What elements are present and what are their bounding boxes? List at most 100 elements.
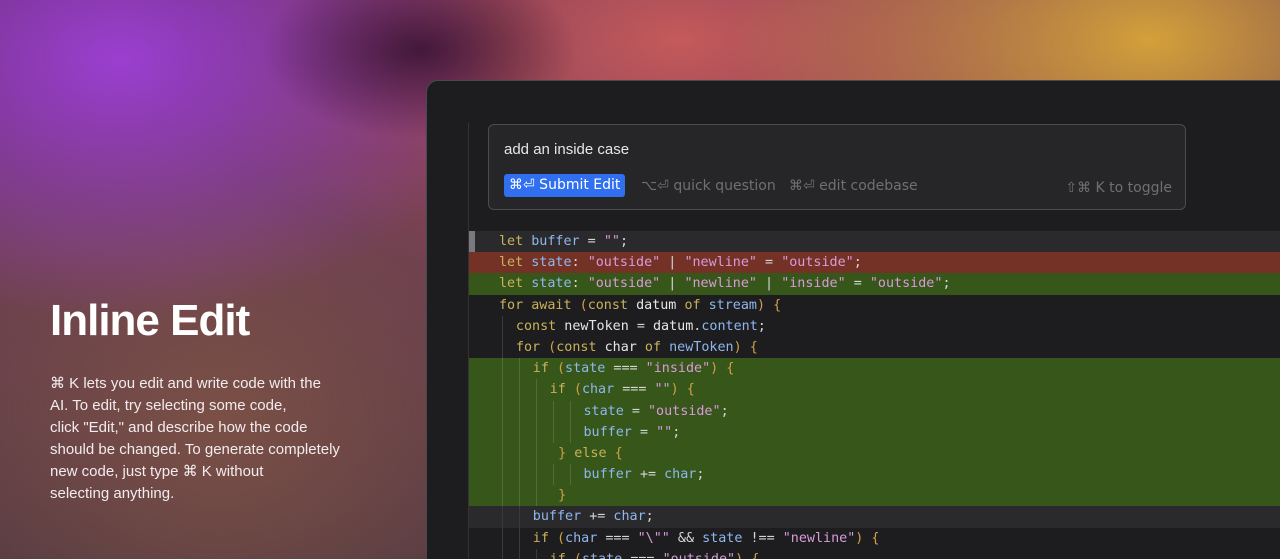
code-token: =: [636, 318, 653, 334]
code-editor-window: add an inside case ⌘⏎ Submit Edit ⌥⏎ qui…: [426, 80, 1280, 559]
description-line: click "Edit," and describe how the code: [50, 419, 308, 436]
code-token: const: [515, 318, 565, 334]
indent-guide: [518, 548, 520, 559]
code-token: (: [573, 382, 582, 398]
code-text: }: [558, 485, 566, 506]
removed-code-line[interactable]: let state: "outside" | "newline" = "outs…: [469, 252, 1280, 274]
code-text: buffer += char;: [584, 464, 705, 485]
code-line[interactable]: if (char === "\"" && state !== "newline"…: [469, 527, 1280, 549]
code-text: for (const char of newToken) {: [516, 337, 758, 358]
quick-question-hint[interactable]: ⌥⏎ quick question: [641, 178, 776, 194]
code-token: of: [644, 339, 670, 355]
indent-guide: [502, 548, 503, 559]
code-token: ;: [672, 424, 681, 440]
code-token: ) {: [757, 297, 782, 313]
description-line: AI. To edit, try selecting some code,: [50, 397, 287, 414]
code-token: datum: [636, 297, 685, 313]
added-code-line[interactable]: buffer = "";: [469, 421, 1280, 443]
code-token: "outside": [587, 276, 661, 292]
code-token: buffer: [532, 509, 590, 525]
code-token: &&: [669, 530, 703, 546]
code-token: |: [660, 255, 685, 271]
code-token: char: [613, 509, 646, 525]
code-line[interactable]: let buffer = "";: [469, 231, 1280, 253]
submit-edit-button[interactable]: ⌘⏎ Submit Edit: [504, 174, 626, 197]
code-line[interactable]: if (state === "outside") {: [469, 548, 1280, 559]
indent-guide: [518, 421, 520, 443]
code-line[interactable]: buffer += char;: [469, 506, 1280, 528]
added-code-line[interactable]: } else {: [469, 442, 1280, 465]
code-token: ;: [619, 234, 628, 249]
description-line: selecting anything.: [50, 485, 175, 502]
added-code-line[interactable]: if (state === "inside") {: [469, 358, 1280, 380]
indent-guide: [518, 527, 520, 549]
code-token: "inside": [781, 276, 846, 292]
code-text: let state: "outside" | "newline" = "outs…: [499, 252, 862, 273]
code-text: let state: "outside" | "newline" | "insi…: [499, 273, 951, 294]
added-code-line[interactable]: }: [469, 485, 1280, 507]
code-line[interactable]: const newToken = datum.content;: [469, 315, 1280, 337]
code-token: +=: [589, 509, 614, 525]
edit-codebase-hint[interactable]: ⌘⏎ edit codebase: [789, 178, 918, 194]
indent-guide: [502, 358, 503, 380]
code-token: "outside": [781, 255, 854, 271]
indent-guide: [518, 485, 520, 507]
added-code-line[interactable]: if (char === "") {: [469, 379, 1280, 401]
added-code-line[interactable]: buffer += char;: [469, 464, 1280, 486]
code-token: =: [845, 276, 870, 292]
code-token: const: [556, 339, 605, 355]
indent-guide: [518, 464, 520, 486]
indent-guide: [569, 400, 571, 422]
code-token: "\"": [637, 530, 670, 546]
prompt-input[interactable]: add an inside case: [504, 141, 629, 158]
indent-guide: [552, 464, 554, 486]
code-token: let: [499, 234, 532, 249]
code-token: (: [548, 339, 557, 355]
code-line[interactable]: for await (const datum of stream) {: [469, 295, 1280, 316]
code-token: char: [565, 530, 606, 546]
code-token: state: [702, 530, 751, 546]
code-area[interactable]: let buffer = ""; let state: "outside" | …: [469, 231, 1280, 559]
code-token: ;: [757, 318, 766, 334]
code-token: buffer: [583, 424, 640, 440]
feature-title: Inline Edit: [50, 296, 250, 345]
indent-guide: [518, 379, 520, 401]
code-token: ;: [645, 509, 654, 525]
code-token: datum: [652, 318, 694, 334]
indent-guide: [502, 421, 503, 443]
description-line: ⌘ K lets you edit and write code with th…: [50, 375, 321, 392]
code-token: ) {: [735, 552, 759, 559]
code-token: state: [531, 255, 572, 271]
indent-guide: [535, 421, 537, 443]
code-token: =: [639, 424, 657, 440]
code-token: char: [664, 467, 697, 483]
indent-guide: [502, 485, 503, 507]
indent-guide: [569, 464, 571, 486]
code-token: "newline": [782, 530, 856, 546]
code-token: for await: [499, 297, 580, 313]
code-text: const newToken = datum.content;: [516, 316, 766, 337]
indent-guide: [535, 485, 537, 507]
inline-edit-prompt[interactable]: add an inside case ⌘⏎ Submit Edit ⌥⏎ qui…: [488, 124, 1186, 210]
indent-guide: [502, 336, 503, 359]
added-code-line[interactable]: state = "outside";: [469, 400, 1280, 422]
code-token: "newline": [684, 276, 757, 292]
code-token: let: [499, 276, 532, 292]
code-token: (: [556, 361, 566, 377]
code-token: state: [565, 361, 614, 377]
code-token: "outside": [663, 552, 736, 559]
indent-guide: [552, 400, 554, 422]
indent-guide: [535, 548, 537, 559]
code-token: stream: [708, 297, 757, 313]
feature-intro: Inline Edit ⌘ K lets you edit and write …: [50, 295, 380, 505]
code-token: ;: [696, 467, 705, 483]
code-token: for: [515, 339, 549, 355]
code-token: content: [701, 318, 758, 334]
code-text: if (char === "") {: [550, 379, 695, 400]
code-line[interactable]: for (const char of newToken) {: [469, 336, 1280, 359]
code-token: state: [583, 403, 632, 419]
code-text: buffer += char;: [533, 506, 654, 527]
code-token: char: [604, 339, 645, 355]
added-code-line[interactable]: let state: "outside" | "newline" | "insi…: [469, 273, 1280, 295]
code-text: if (state === "inside") {: [533, 358, 735, 379]
